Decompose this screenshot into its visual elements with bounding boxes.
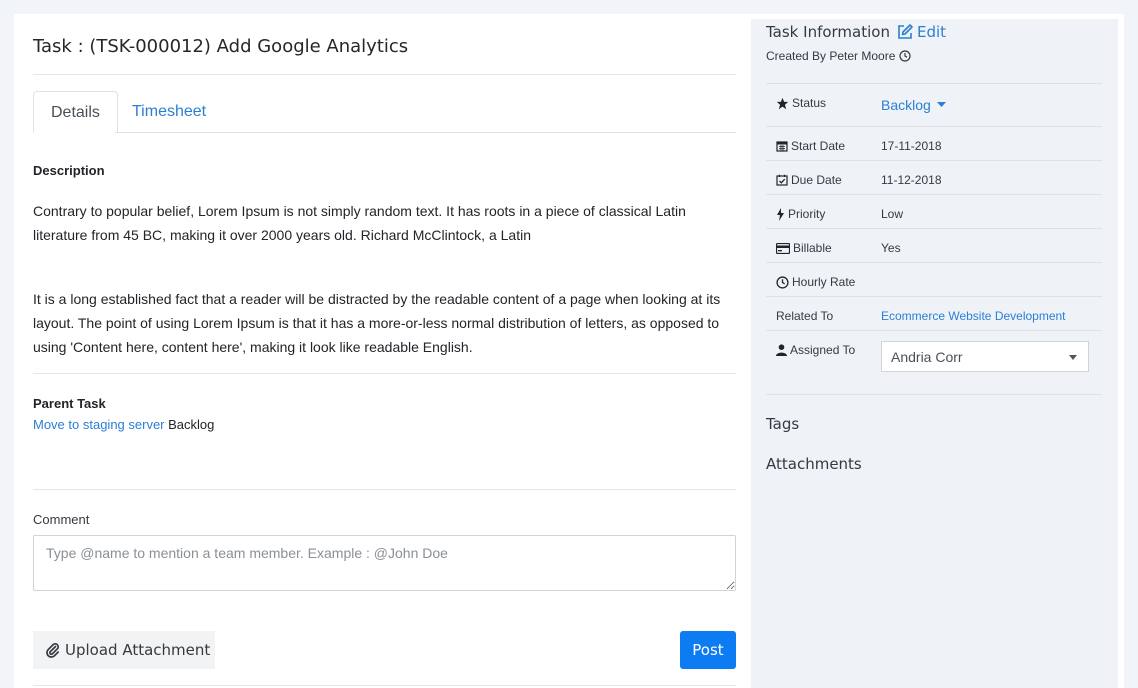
bolt-icon — [776, 207, 785, 221]
task-title: Task : (TSK-000012) Add Google Analytics — [33, 36, 409, 57]
row-divider — [766, 296, 1102, 297]
edit-link[interactable]: Edit — [896, 23, 946, 41]
upload-attachment-label: Upload Attachment — [65, 641, 211, 659]
priority-key: Priority — [776, 207, 825, 221]
calendar-icon — [776, 140, 788, 152]
comment-input[interactable] — [33, 535, 736, 591]
parent-task-heading: Parent Task — [33, 396, 106, 411]
hourly-rate-key: Hourly Rate — [776, 275, 855, 289]
star-icon — [776, 97, 789, 110]
created-by-text: Created By Peter Moore — [766, 49, 896, 63]
task-information-title: Task Information — [766, 23, 890, 41]
due-date-key: Due Date — [776, 173, 842, 187]
parent-divider — [33, 489, 736, 490]
description-heading: Description — [33, 163, 105, 178]
upload-attachment-button[interactable]: Upload Attachment — [33, 631, 215, 669]
sidebar-divider — [766, 394, 1102, 395]
credit-card-icon — [776, 242, 790, 254]
parent-task-line: Move to staging server Backlog — [33, 417, 214, 432]
row-divider — [766, 126, 1102, 127]
row-divider — [766, 194, 1102, 195]
created-by: Created By Peter Moore — [766, 49, 912, 63]
description-paragraph-1: Contrary to popular belief, Lorem Ipsum … — [33, 203, 686, 243]
edit-label: Edit — [916, 23, 947, 41]
start-date-label: Start Date — [791, 139, 846, 153]
related-to-link[interactable]: Ecommerce Website Development — [881, 309, 1066, 323]
assigned-to-select[interactable]: Andria Corr — [881, 341, 1089, 372]
related-to-label: Related To — [776, 309, 834, 323]
calendar-check-icon — [776, 174, 788, 186]
clock-icon — [776, 275, 789, 289]
status-key: Status — [776, 96, 826, 110]
task-information-sidebar: Task Information Edit Created By Peter M… — [751, 19, 1118, 688]
tab-details[interactable]: Details — [33, 91, 118, 133]
due-date-label: Due Date — [791, 173, 842, 187]
assigned-to-value: Andria Corr — [891, 348, 963, 365]
tab-timesheet[interactable]: Timesheet — [115, 91, 223, 133]
user-icon — [776, 344, 787, 356]
comment-label: Comment — [33, 512, 90, 527]
parent-task-link[interactable]: Move to staging server — [33, 417, 165, 432]
assigned-to-label: Assigned To — [790, 343, 856, 357]
attachments-heading: Attachments — [766, 455, 862, 473]
footer-divider — [33, 685, 736, 686]
billable-label: Billable — [793, 241, 832, 255]
post-button[interactable]: Post — [680, 631, 736, 669]
assigned-to-key: Assigned To — [776, 343, 855, 357]
task-information-header: Task Information Edit — [766, 23, 946, 41]
row-divider — [766, 330, 1102, 331]
start-date-key: Start Date — [776, 139, 845, 153]
billable-key: Billable — [776, 241, 832, 255]
row-divider — [766, 160, 1102, 161]
status-dropdown[interactable]: Backlog — [881, 97, 946, 113]
sidebar-divider — [766, 83, 1102, 84]
related-to-key: Related To — [776, 309, 833, 323]
tabs-divider — [115, 132, 736, 133]
parent-task-status: Backlog — [168, 417, 215, 432]
clock-icon — [899, 50, 912, 62]
priority-value: Low — [881, 207, 904, 221]
status-label: Status — [792, 96, 827, 110]
description-divider — [33, 373, 736, 374]
status-value: Backlog — [881, 97, 931, 113]
start-date-value: 17-11-2018 — [881, 139, 942, 153]
tags-heading: Tags — [766, 415, 800, 433]
edit-icon — [896, 23, 914, 41]
billable-value: Yes — [881, 241, 901, 255]
priority-label: Priority — [788, 207, 826, 221]
title-divider — [33, 74, 736, 75]
chevron-down-icon — [1069, 355, 1077, 360]
row-divider — [766, 228, 1102, 229]
paperclip-icon — [45, 642, 61, 658]
caret-down-icon — [936, 102, 946, 108]
due-date-value: 11-12-2018 — [881, 173, 942, 187]
hourly-rate-label: Hourly Rate — [792, 275, 856, 289]
row-divider — [766, 262, 1102, 263]
description-paragraph-2: It is a long established fact that a rea… — [33, 291, 721, 355]
